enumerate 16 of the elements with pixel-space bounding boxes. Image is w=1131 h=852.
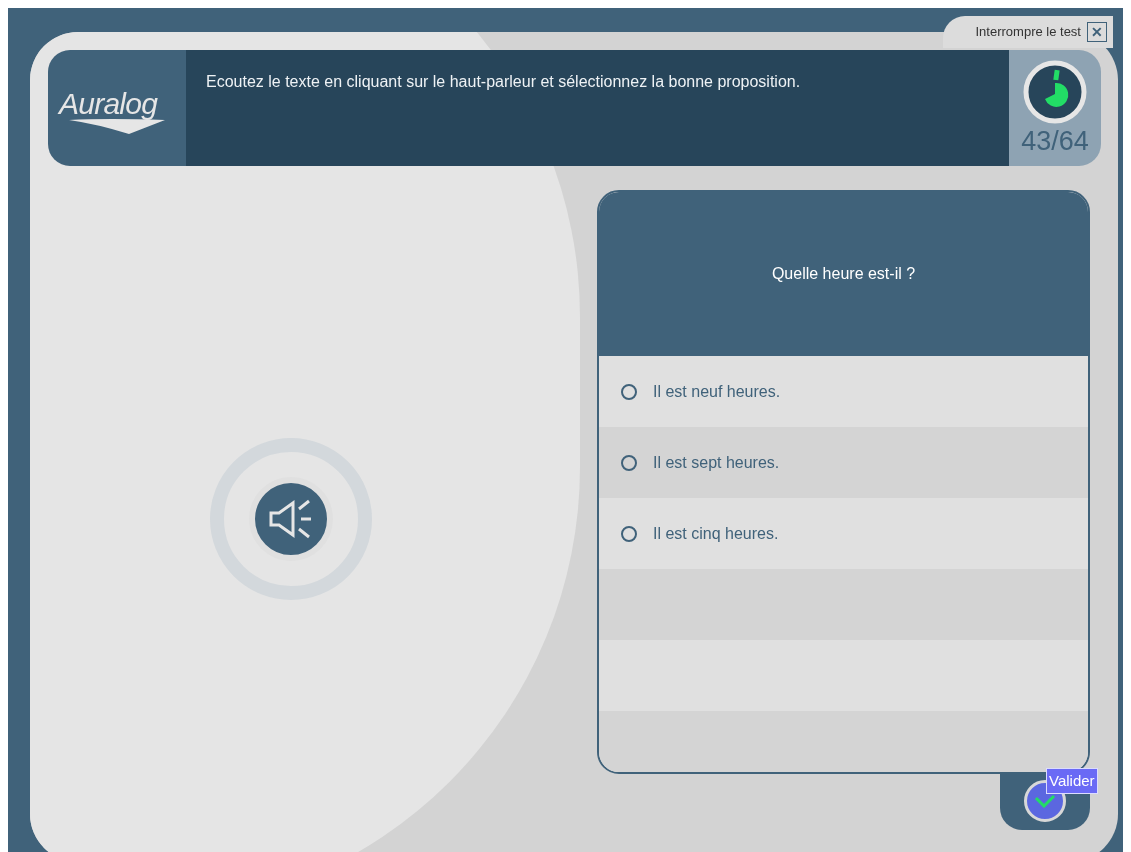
close-button[interactable]: ✕ xyxy=(1087,22,1107,42)
option-label: Il est cinq heures. xyxy=(653,523,779,544)
logo-text: Auralog xyxy=(59,88,158,120)
radio-button[interactable] xyxy=(621,454,637,471)
question-text: Quelle heure est-il ? xyxy=(771,264,916,284)
quit-test-link[interactable]: Interrompre le test xyxy=(975,22,1081,42)
progress-counter: 43/64 xyxy=(1021,126,1089,156)
option-label: Il est sept heures. xyxy=(653,452,780,473)
instruction-text: Ecoutez le texte en cliquant sur le haut-parleur et sélectionnez la bonne proposition. xyxy=(206,72,802,92)
option-label: Il est neuf heures. xyxy=(653,381,781,402)
validate-tooltip: Valider xyxy=(1046,768,1098,794)
radio-button[interactable] xyxy=(621,525,637,542)
checkmark-icon xyxy=(1034,794,1056,808)
answer-option[interactable]: Il est sept heures. xyxy=(599,427,1088,498)
radio-button[interactable] xyxy=(621,383,637,400)
timer-icon xyxy=(1023,60,1087,124)
